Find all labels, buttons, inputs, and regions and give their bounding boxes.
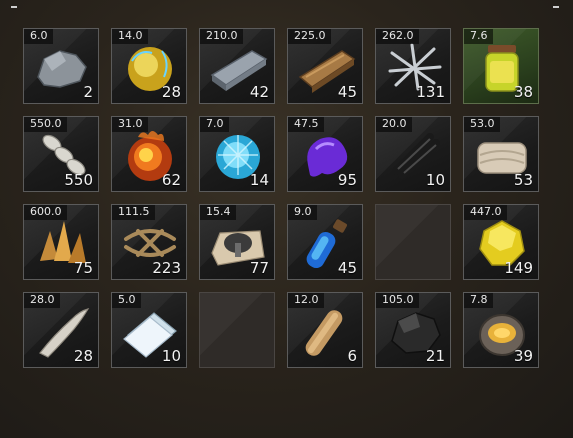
item-quantity: 6 [347,347,357,365]
item-weight: 9.0 [288,205,317,220]
inventory-slot[interactable]: 210.0 42 [199,28,275,104]
inventory-slot[interactable]: 53.0 53 [463,116,539,192]
inventory-slot[interactable]: 20.0 10 [375,116,451,192]
item-quantity: 21 [425,347,445,365]
inventory-slot[interactable]: 447.0 149 [463,204,539,280]
item-quantity: 39 [513,347,533,365]
window-corner-right [553,6,559,8]
item-quantity: 10 [425,171,445,189]
item-weight: 111.5 [112,205,155,220]
item-weight: 7.0 [200,117,229,132]
item-weight: 15.4 [200,205,236,220]
item-weight: 262.0 [376,29,419,44]
item-weight: 53.0 [464,117,500,132]
inventory-slot[interactable]: 262.0 131 [375,28,451,104]
item-quantity: 2 [83,83,93,101]
item-weight: 12.0 [288,293,324,308]
item-weight: 5.0 [112,293,141,308]
inventory-slot[interactable]: 14.0 28 [111,28,187,104]
inventory-slot[interactable]: 28.0 28 [23,292,99,368]
inventory-slot[interactable]: 31.0 62 [111,116,187,192]
item-quantity: 53 [513,171,533,189]
item-quantity: 131 [416,83,445,101]
inventory-slot[interactable]: 12.0 6 [287,292,363,368]
item-weight: 14.0 [112,29,148,44]
item-quantity: 95 [337,171,357,189]
inventory-slot[interactable]: 550.0 550 [23,116,99,192]
inventory-slot[interactable]: 105.0 21 [375,292,451,368]
item-quantity: 550 [64,171,93,189]
item-weight: 105.0 [376,293,419,308]
item-quantity: 45 [337,259,357,277]
item-weight: 600.0 [24,205,67,220]
item-quantity: 42 [249,83,269,101]
item-quantity: 223 [152,259,181,277]
item-quantity: 10 [161,347,181,365]
inventory-slot[interactable]: 7.0 14 [199,116,275,192]
item-weight: 6.0 [24,29,53,44]
item-quantity: 28 [161,83,181,101]
item-weight: 550.0 [24,117,67,132]
empty-inventory-slot[interactable] [375,204,451,280]
item-quantity: 45 [337,83,357,101]
inventory-slot[interactable]: 225.0 45 [287,28,363,104]
item-quantity: 62 [161,171,181,189]
inventory-slot[interactable]: 7.6 38 [463,28,539,104]
inventory-grid: 6.0 2 14.0 28 210.0 42 225.0 45 262.0 13… [23,28,539,368]
inventory-slot[interactable]: 6.0 2 [23,28,99,104]
inventory-slot[interactable]: 15.4 77 [199,204,275,280]
item-quantity: 77 [249,259,269,277]
item-weight: 447.0 [464,205,507,220]
item-quantity: 14 [249,171,269,189]
item-weight: 210.0 [200,29,243,44]
item-quantity: 149 [504,259,533,277]
item-weight: 225.0 [288,29,331,44]
item-weight: 28.0 [24,293,60,308]
inventory-slot[interactable]: 47.5 95 [287,116,363,192]
inventory-slot[interactable]: 9.0 45 [287,204,363,280]
inventory-slot[interactable]: 7.8 39 [463,292,539,368]
item-weight: 20.0 [376,117,412,132]
item-quantity: 28 [73,347,93,365]
inventory-slot[interactable]: 5.0 10 [111,292,187,368]
inventory-slot[interactable]: 111.5 223 [111,204,187,280]
empty-inventory-slot[interactable] [199,292,275,368]
item-quantity: 38 [513,83,533,101]
item-weight: 31.0 [112,117,148,132]
item-weight: 7.6 [464,29,493,44]
window-corner-left [11,6,17,8]
item-quantity: 75 [73,259,93,277]
item-weight: 47.5 [288,117,324,132]
item-weight: 7.8 [464,293,493,308]
inventory-slot[interactable]: 600.0 75 [23,204,99,280]
